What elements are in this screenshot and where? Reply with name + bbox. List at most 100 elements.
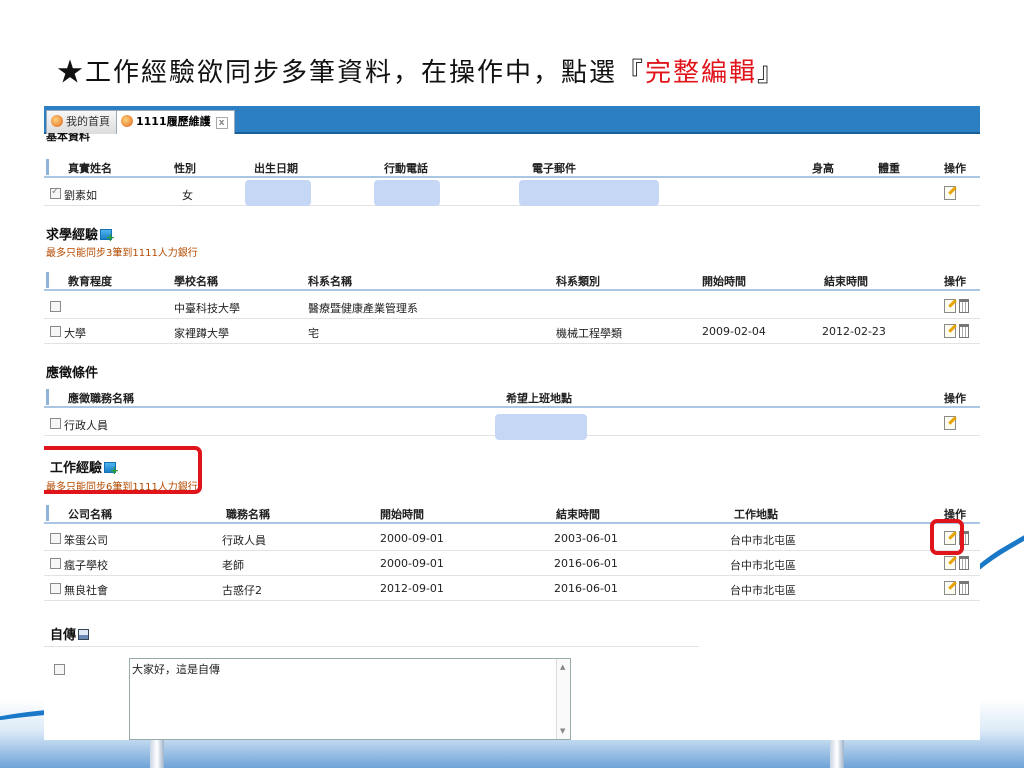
section-title-text: 自傳 <box>50 628 77 643</box>
redacted-field <box>519 180 659 206</box>
bio-scrollbar[interactable]: ▲ ▼ <box>556 659 570 739</box>
resume-tab-icon <box>121 115 133 127</box>
table-row: 行政人員 <box>44 412 980 440</box>
redacted-field <box>245 180 311 206</box>
header-accent <box>46 159 49 175</box>
header-height: 身高 <box>812 162 834 175</box>
work-table-header: 公司名稱 職務名稱 開始時間 結束時間 工作地點 操作 <box>44 502 980 524</box>
cell-department: 宅 <box>308 327 319 340</box>
decorative-pillar <box>150 738 164 768</box>
table-row: 中臺科技大學 醫療暨健康產業管理系 <box>44 295 980 319</box>
edit-icon[interactable] <box>944 324 956 338</box>
close-icon[interactable]: x <box>215 117 228 129</box>
cell-level: 大學 <box>64 327 86 340</box>
bio-checkbox[interactable] <box>54 664 65 675</box>
edit-icon[interactable] <box>944 581 956 595</box>
tab-home[interactable]: 我的首頁 <box>46 110 117 134</box>
home-tab-icon <box>51 115 63 127</box>
slide-title-highlight: 完整編輯 <box>645 58 758 88</box>
row-checkbox[interactable] <box>50 301 61 312</box>
table-row: 笨蛋公司 行政人員 2000-09-01 2003-06-01 台中市北屯區 <box>44 527 980 551</box>
cell-job-title: 老師 <box>222 559 244 572</box>
tab-label: 1111履歷維護 <box>136 115 211 128</box>
cell-end: 2016-06-01 <box>554 557 618 570</box>
header-accent <box>46 505 49 521</box>
redacted-field <box>374 180 440 206</box>
row-checkbox[interactable] <box>50 533 61 544</box>
header-actions: 操作 <box>944 392 966 405</box>
edit-icon[interactable] <box>944 186 956 200</box>
trash-icon[interactable] <box>959 556 969 570</box>
cell-name: 劉素如 <box>64 189 97 202</box>
row-checkbox[interactable] <box>50 418 61 429</box>
cell-start: 2000-09-01 <box>380 532 444 545</box>
education-table-header: 教育程度 學校名稱 科系名稱 科系類別 開始時間 結束時間 操作 <box>44 269 980 291</box>
header-location: 希望上班地點 <box>506 392 572 405</box>
section-title-education: 求學經驗 <box>46 224 115 244</box>
header-job-title: 應徵職務名稱 <box>68 392 134 405</box>
cell-company: 瘋子學校 <box>64 559 108 572</box>
header-email: 電子郵件 <box>532 162 576 175</box>
tab-label: 我的首頁 <box>66 115 110 128</box>
highlight-box-work-section <box>44 446 202 494</box>
resume-screenshot-panel: 我的首頁 1111履歷維護 x 基本資料 真實姓名 性別 出生日期 行動電話 電子… <box>44 106 980 740</box>
cell-gender: 女 <box>182 189 193 202</box>
table-row: 瘋子學校 老師 2000-09-01 2016-06-01 台中市北屯區 <box>44 552 980 576</box>
table-row: 無良社會 古惑仔2 2012-09-01 2016-06-01 台中市北屯區 <box>44 577 980 601</box>
section-title-text: 求學經驗 <box>46 228 99 243</box>
header-job-title: 職務名稱 <box>226 508 270 521</box>
save-icon[interactable] <box>78 629 90 640</box>
header-school: 學校名稱 <box>174 275 218 288</box>
row-checkbox[interactable] <box>50 558 61 569</box>
header-level: 教育程度 <box>68 275 112 288</box>
edit-icon[interactable] <box>944 299 956 313</box>
header-accent <box>46 272 49 288</box>
cell-job-title: 行政人員 <box>64 419 108 432</box>
slide-title-end: 』 <box>757 58 786 88</box>
cell-start: 2012-09-01 <box>380 582 444 595</box>
cell-work-location: 台中市北屯區 <box>730 534 796 547</box>
cell-end: 2016-06-01 <box>554 582 618 595</box>
row-checkbox[interactable] <box>50 326 61 337</box>
slide-title-text: ★工作經驗欲同步多筆資料，在操作中，點選『 <box>57 58 646 88</box>
trash-icon[interactable] <box>959 299 969 313</box>
tab-resume-maintenance[interactable]: 1111履歷維護 x <box>116 110 235 134</box>
section-title-basic: 基本資料 <box>46 133 90 143</box>
header-start: 開始時間 <box>702 275 746 288</box>
edit-icon[interactable] <box>944 556 956 570</box>
header-end: 結束時間 <box>824 275 868 288</box>
cell-job-title: 古惑仔2 <box>222 584 262 597</box>
edit-icon[interactable] <box>944 416 956 430</box>
sync-add-icon[interactable] <box>100 229 115 244</box>
row-checkbox[interactable] <box>50 583 61 594</box>
cell-end: 2012-02-23 <box>822 325 886 338</box>
bio-divider <box>44 646 699 647</box>
row-checkbox[interactable] <box>50 186 61 199</box>
scroll-down-icon[interactable]: ▼ <box>560 727 565 735</box>
trash-icon[interactable] <box>959 581 969 595</box>
cell-category: 機械工程學類 <box>556 327 622 340</box>
redacted-field <box>495 414 587 440</box>
bio-textarea[interactable]: 大家好，這是自傳 ▲ ▼ <box>129 658 571 740</box>
cell-end: 2003-06-01 <box>554 532 618 545</box>
header-work-location: 工作地點 <box>734 508 778 521</box>
header-birthdate: 出生日期 <box>254 162 298 175</box>
header-category: 科系類別 <box>556 275 600 288</box>
decorative-pillar <box>830 738 844 768</box>
cell-department: 醫療暨健康產業管理系 <box>308 302 418 315</box>
header-actions: 操作 <box>944 275 966 288</box>
header-accent <box>46 389 49 405</box>
trash-icon[interactable] <box>959 324 969 338</box>
scroll-up-icon[interactable]: ▲ <box>560 663 565 671</box>
header-weight: 體重 <box>878 162 900 175</box>
header-gender: 性別 <box>174 162 196 175</box>
education-sync-note: 最多只能同步3筆到1111人力銀行 <box>46 248 198 259</box>
table-row: 劉素如 女 <box>44 180 980 206</box>
tab-bar: 我的首頁 1111履歷維護 x <box>44 106 980 134</box>
section-title-job-conditions: 應徵條件 <box>46 366 99 381</box>
header-department: 科系名稱 <box>308 275 352 288</box>
cell-school: 中臺科技大學 <box>174 302 240 315</box>
bio-text: 大家好，這是自傳 <box>132 663 220 676</box>
header-name: 真實姓名 <box>68 162 112 175</box>
slide-title: ★工作經驗欲同步多筆資料，在操作中，點選『完整編輯』 <box>57 52 785 89</box>
